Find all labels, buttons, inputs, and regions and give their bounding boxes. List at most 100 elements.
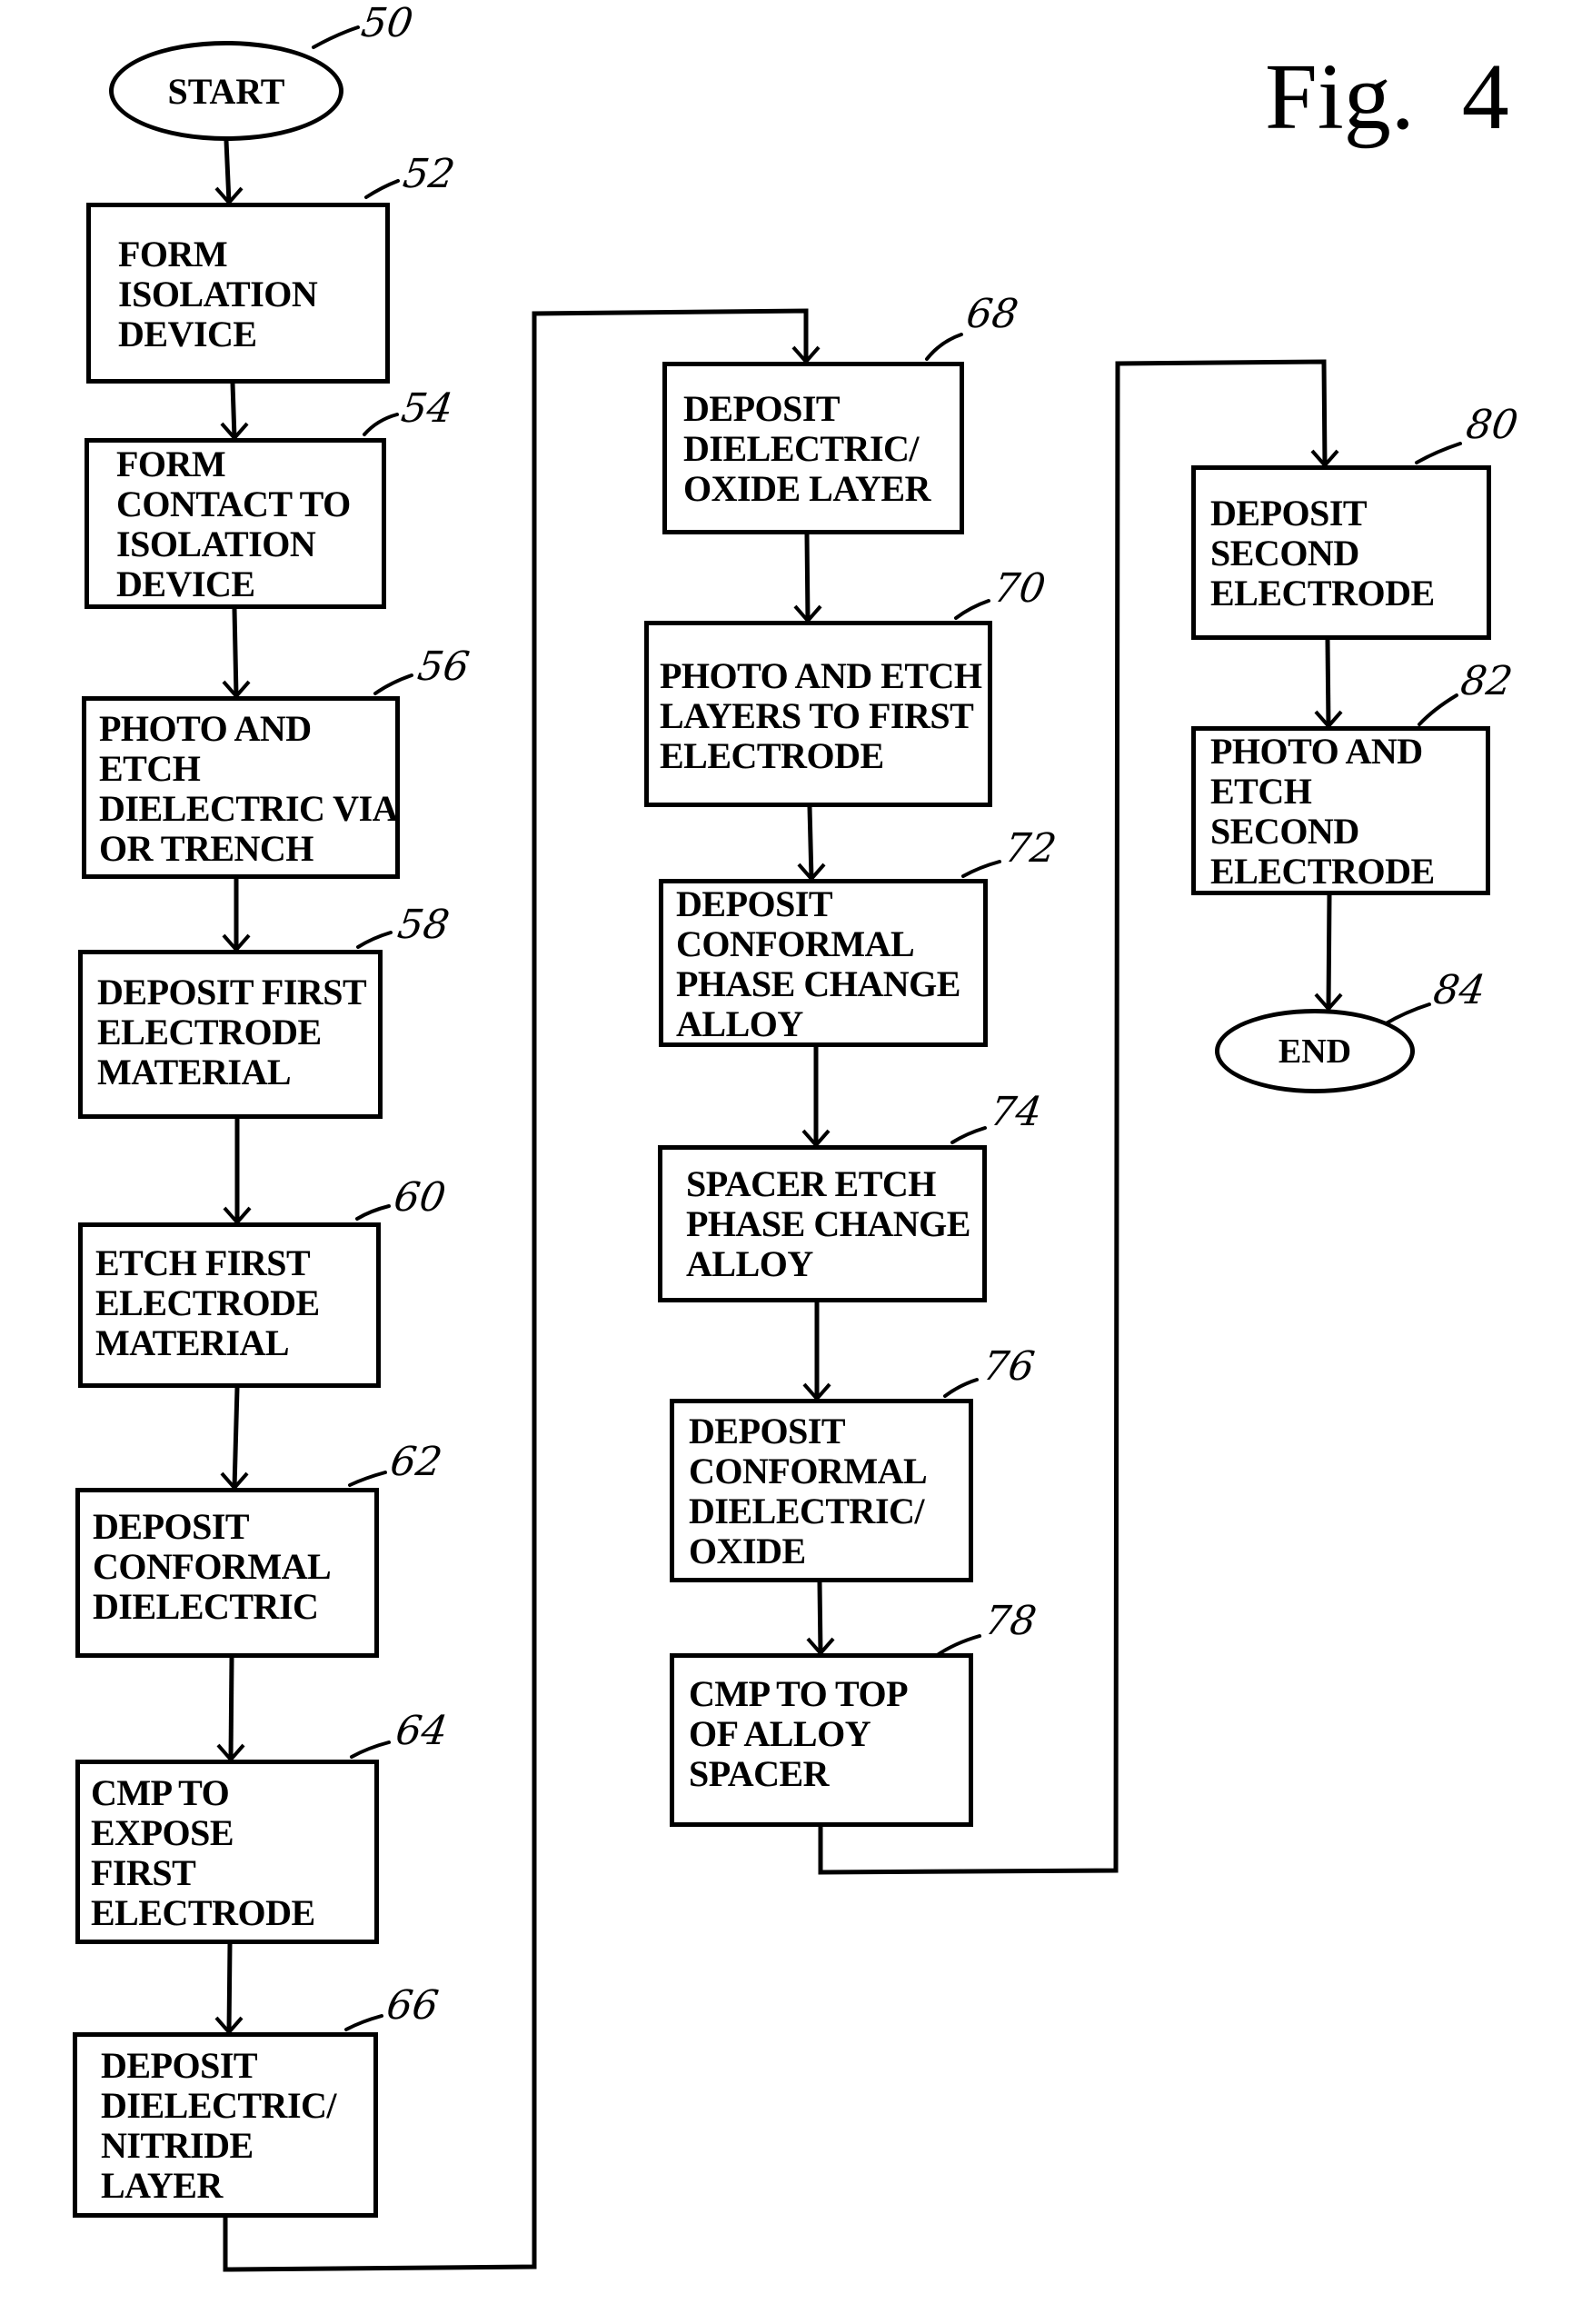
- step-58-line: MATERIAL: [97, 1052, 292, 1092]
- leader-54: [363, 413, 399, 436]
- connector-68-70: [804, 532, 811, 623]
- step-78-line: OF ALLOY: [689, 1713, 871, 1754]
- leader-62: [348, 1471, 387, 1487]
- step-82-line: ETCH: [1210, 771, 1312, 812]
- step-72-line: DEPOSIT: [676, 883, 833, 924]
- ref-numeral-52: 52: [400, 151, 458, 197]
- step-70-line: LAYERS TO FIRST: [660, 695, 974, 736]
- step-box-62: DEPOSIT CONFORMAL DIELECTRIC: [75, 1488, 379, 1658]
- connector-76-78: [817, 1580, 823, 1656]
- connector-62-64: [228, 1655, 234, 1762]
- step-82-line: ELECTRODE: [1210, 851, 1435, 892]
- step-60-line: MATERIAL: [95, 1322, 290, 1363]
- step-60-line: ETCH FIRST: [95, 1242, 311, 1283]
- step-76-line: CONFORMAL: [689, 1451, 928, 1491]
- connector-60-62: [232, 1385, 240, 1491]
- step-box-64: CMP TO EXPOSE FIRST ELECTRODE: [75, 1760, 379, 1944]
- connector-50-52: [224, 138, 232, 205]
- step-62-line: DIELECTRIC: [93, 1586, 319, 1627]
- step-box-82: PHOTO AND ETCH SECOND ELECTRODE: [1191, 726, 1490, 895]
- step-64-line: FIRST: [91, 1851, 196, 1893]
- step-80-line: DEPOSIT: [1210, 493, 1368, 534]
- connector-64-66: [226, 1941, 233, 2035]
- step-62-line: CONFORMAL: [93, 1546, 332, 1587]
- ref-numeral-50: 50: [358, 0, 416, 46]
- step-82-line: PHOTO AND: [1210, 731, 1423, 772]
- step-60-line: ELECTRODE: [95, 1282, 320, 1323]
- step-72-line: CONFORMAL: [676, 923, 915, 964]
- leader-68: [925, 333, 963, 361]
- step-box-68: DEPOSIT DIELECTRIC/ OXIDE LAYER: [662, 362, 964, 534]
- step-box-52: FORM ISOLATION DEVICE: [86, 203, 390, 384]
- step-76-line: DEPOSIT: [689, 1411, 846, 1451]
- leader-82: [1418, 693, 1458, 726]
- step-box-58: DEPOSIT FIRST ELECTRODE MATERIAL: [78, 950, 383, 1119]
- step-box-76: DEPOSIT CONFORMAL DIELECTRIC/ OXIDE: [670, 1399, 973, 1582]
- step-box-60: ETCH FIRST ELECTRODE MATERIAL: [78, 1222, 381, 1388]
- ref-numeral-62: 62: [387, 1439, 445, 1485]
- step-box-72: DEPOSIT CONFORMAL PHASE CHANGE ALLOY: [659, 879, 988, 1047]
- step-box-54: FORM CONTACT TO ISOLATION DEVICE: [85, 438, 386, 609]
- step-66-line: DEPOSIT: [101, 2045, 258, 2086]
- connector-54-56: [232, 606, 239, 699]
- step-64-line: EXPOSE: [91, 1811, 234, 1853]
- leader-64: [350, 1741, 391, 1759]
- leader-66: [344, 2014, 383, 2031]
- step-66-line: DIELECTRIC/: [101, 2085, 337, 2126]
- step-54-line: CONTACT TO: [116, 484, 351, 524]
- step-58-line: DEPOSIT FIRST: [97, 972, 367, 1012]
- ref-numeral-74: 74: [987, 1089, 1045, 1135]
- ref-numeral-56: 56: [414, 643, 473, 690]
- step-56-line: PHOTO AND: [99, 707, 312, 749]
- step-72-line: ALLOY: [676, 1002, 803, 1044]
- connector-82-84: [1326, 893, 1332, 1012]
- step-54-line: DEVICE: [116, 564, 255, 604]
- leader-74: [950, 1126, 987, 1144]
- step-68-line: DEPOSIT: [683, 388, 841, 429]
- end-terminal: END: [1215, 1009, 1415, 1093]
- ref-numeral-68: 68: [963, 291, 1021, 337]
- step-box-66: DEPOSIT DIELECTRIC/ NITRIDE LAYER: [73, 2032, 378, 2218]
- ref-numeral-64: 64: [393, 1708, 451, 1754]
- ref-numeral-60: 60: [391, 1174, 449, 1221]
- step-52-line: DEVICE: [118, 313, 257, 354]
- leader-58: [356, 931, 393, 949]
- step-80-line: ELECTRODE: [1210, 573, 1435, 613]
- leader-76: [943, 1378, 979, 1398]
- ref-numeral-80: 80: [1463, 402, 1521, 448]
- step-54-line: FORM: [116, 444, 226, 484]
- step-74-line: SPACER ETCH: [686, 1163, 936, 1204]
- step-74-line: PHASE CHANGE: [686, 1203, 970, 1244]
- leader-70: [954, 599, 990, 620]
- start-terminal: START: [109, 41, 343, 141]
- leader-56: [373, 673, 413, 695]
- leader-50: [312, 25, 360, 49]
- step-64-line: CMP TO: [91, 1771, 230, 1813]
- step-box-78: CMP TO TOP OF ALLOY SPACER: [670, 1653, 973, 1827]
- step-62-line: DEPOSIT: [93, 1506, 250, 1547]
- ref-numeral-78: 78: [981, 1598, 1040, 1644]
- step-76-line: DIELECTRIC/: [689, 1491, 925, 1531]
- step-box-80: DEPOSIT SECOND ELECTRODE: [1191, 465, 1491, 640]
- end-label: END: [1278, 1032, 1352, 1071]
- step-56-line: ETCH: [99, 747, 201, 789]
- step-64-line: ELECTRODE: [91, 1891, 315, 1933]
- leader-80: [1415, 442, 1462, 464]
- step-78-line: CMP TO TOP: [689, 1673, 909, 1714]
- ref-numeral-70: 70: [990, 565, 1049, 612]
- step-box-56: PHOTO AND ETCH DIELECTRIC VIA OR TRENCH: [82, 696, 400, 879]
- leader-72: [961, 860, 1001, 878]
- step-82-line: SECOND: [1210, 811, 1359, 852]
- figure-title: Fig. 4: [1265, 45, 1509, 149]
- ref-numeral-82: 82: [1458, 658, 1516, 704]
- step-76-line: OXIDE: [689, 1531, 806, 1571]
- leader-52: [364, 179, 400, 199]
- step-68-line: OXIDE LAYER: [683, 468, 930, 509]
- step-box-70: PHOTO AND ETCH LAYERS TO FIRST ELECTRODE: [644, 621, 992, 807]
- leader-84: [1381, 1002, 1431, 1027]
- step-56-line: OR TRENCH: [99, 827, 313, 869]
- step-52-line: ISOLATION: [118, 273, 318, 314]
- step-56-line: DIELECTRIC VIA: [99, 787, 399, 829]
- step-70-line: ELECTRODE: [660, 735, 884, 776]
- ref-numeral-66: 66: [383, 1982, 442, 2029]
